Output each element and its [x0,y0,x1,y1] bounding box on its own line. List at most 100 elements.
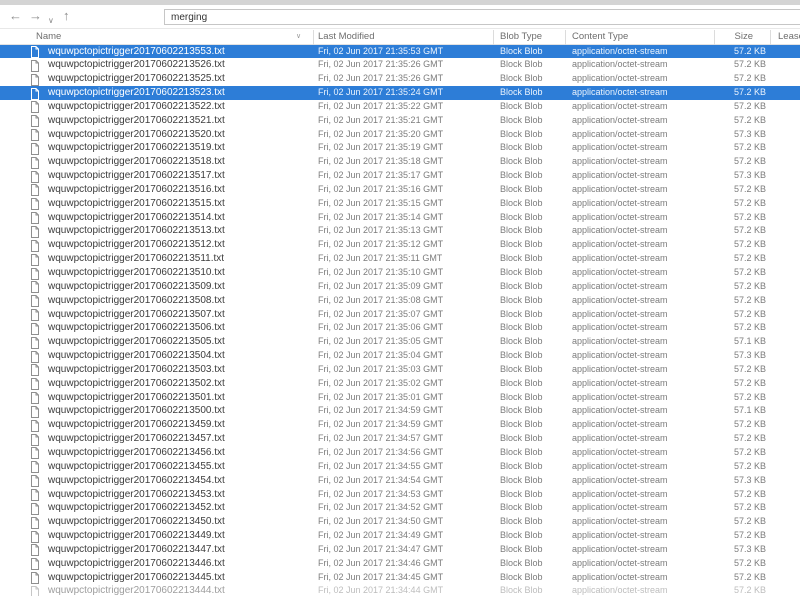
column-separator [313,30,314,45]
table-row[interactable]: wquwpctopictrigger20170602213506.txt Fri… [0,321,800,336]
blob-last-modified: Fri, 02 Jun 2017 21:35:05 GMT [318,336,444,347]
blob-content-type: application/octet-stream [572,170,668,181]
blob-name: wquwpctopictrigger20170602213526.txt [48,59,225,71]
up-level-icon[interactable]: ↑ [63,8,70,24]
blob-size: 57.2 KB [733,267,766,277]
blob-size: 57.3 KB [733,128,766,139]
blob-size: 57.2 KB [733,571,766,582]
blob-content-type: application/octet-stream [572,45,668,56]
blob-name: wquwpctopictrigger20170602213509.txt [48,280,225,292]
blob-size: 57.2 KB [733,585,766,596]
file-icon [30,529,42,543]
blob-type: Block Blob [500,87,543,98]
blob-size: 57.3 KB [733,474,766,485]
column-header-content-type[interactable]: Content Type [572,29,628,45]
blob-type: Block Blob [500,502,543,513]
blob-size: 57.2 KB [733,114,766,125]
table-row[interactable]: wquwpctopictrigger20170602213515.txt Fri… [0,196,800,211]
table-row[interactable]: wquwpctopictrigger20170602213456.txt Fri… [0,445,800,460]
file-icon [30,169,42,183]
table-row[interactable]: wquwpctopictrigger20170602213507.txt Fri… [0,307,800,322]
column-header-lease-state[interactable]: Lease State [778,29,800,45]
table-row[interactable]: wquwpctopictrigger20170602213504.txt Fri… [0,349,800,363]
column-header-last-modified[interactable]: Last Modified [318,29,375,45]
table-row[interactable]: wquwpctopictrigger20170602213457.txt Fri… [0,432,800,446]
blob-type: Block Blob [500,363,543,374]
table-row[interactable]: wquwpctopictrigger20170602213455.txt Fri… [0,459,800,474]
back-icon[interactable]: ← [9,8,22,24]
table-row[interactable]: wquwpctopictrigger20170602213519.txt Fri… [0,141,800,156]
blob-type: Block Blob [500,170,543,181]
table-row[interactable]: wquwpctopictrigger20170602213553.txt Fri… [0,44,800,59]
blob-name: wquwpctopictrigger20170602213512.txt [48,239,225,251]
table-row[interactable]: wquwpctopictrigger20170602213525.txt Fri… [0,72,800,87]
blob-content-type: application/octet-stream [572,280,668,291]
table-row[interactable]: wquwpctopictrigger20170602213444.txt Fri… [0,584,800,596]
blob-last-modified: Fri, 02 Jun 2017 21:35:02 GMT [318,377,444,388]
table-row[interactable]: wquwpctopictrigger20170602213501.txt Fri… [0,390,800,405]
blob-content-type: application/octet-stream [572,197,668,208]
recent-locations-chevron-icon[interactable]: ∨ [48,13,54,29]
blob-name: wquwpctopictrigger20170602213519.txt [48,142,225,154]
table-row[interactable]: wquwpctopictrigger20170602213510.txt Fri… [0,266,800,280]
blob-last-modified: Fri, 02 Jun 2017 21:34:44 GMT [318,585,444,596]
table-row[interactable]: wquwpctopictrigger20170602213502.txt Fri… [0,376,800,391]
table-row[interactable]: wquwpctopictrigger20170602213445.txt Fri… [0,570,800,585]
table-row[interactable]: wquwpctopictrigger20170602213518.txt Fri… [0,155,800,170]
table-header: Name ∨ Last Modified Blob Type Content T… [0,28,800,45]
blob-type: Block Blob [500,419,543,430]
table-row[interactable]: wquwpctopictrigger20170602213505.txt Fri… [0,335,800,350]
blob-last-modified: Fri, 02 Jun 2017 21:34:45 GMT [318,571,444,582]
blob-size: 57.2 KB [733,100,766,111]
blob-name: wquwpctopictrigger20170602213522.txt [48,100,225,112]
table-row[interactable]: wquwpctopictrigger20170602213516.txt Fri… [0,182,800,197]
blob-last-modified: Fri, 02 Jun 2017 21:34:49 GMT [318,530,444,541]
table-row[interactable]: wquwpctopictrigger20170602213449.txt Fri… [0,529,800,543]
table-row[interactable]: wquwpctopictrigger20170602213446.txt Fri… [0,556,800,571]
chevron-down-icon[interactable]: ∨ [296,29,301,45]
table-row[interactable]: wquwpctopictrigger20170602213520.txt Fri… [0,127,800,142]
blob-last-modified: Fri, 02 Jun 2017 21:35:13 GMT [318,225,444,236]
blob-content-type: application/octet-stream [572,571,668,582]
blob-size: 57.2 KB [733,280,766,291]
table-row[interactable]: wquwpctopictrigger20170602213452.txt Fri… [0,501,800,516]
table-row[interactable]: wquwpctopictrigger20170602213509.txt Fri… [0,279,800,294]
blob-name: wquwpctopictrigger20170602213513.txt [48,225,225,237]
table-row[interactable]: wquwpctopictrigger20170602213450.txt Fri… [0,515,800,530]
table-row[interactable]: wquwpctopictrigger20170602213513.txt Fri… [0,224,800,239]
table-row[interactable]: wquwpctopictrigger20170602213447.txt Fri… [0,542,800,557]
table-row[interactable]: wquwpctopictrigger20170602213526.txt Fri… [0,58,800,73]
file-icon [30,404,42,418]
blob-content-type: application/octet-stream [572,585,668,596]
column-header-size[interactable]: Size [714,29,753,45]
blob-type: Block Blob [500,516,543,527]
blob-content-type: application/octet-stream [572,253,668,264]
blob-size: 57.3 KB [733,543,766,554]
table-row[interactable]: wquwpctopictrigger20170602213454.txt Fri… [0,473,800,488]
table-row[interactable]: wquwpctopictrigger20170602213453.txt Fri… [0,487,800,502]
column-header-name[interactable]: Name [36,29,61,45]
table-row[interactable]: wquwpctopictrigger20170602213503.txt Fri… [0,362,800,377]
table-row[interactable]: wquwpctopictrigger20170602213512.txt Fri… [0,238,800,253]
table-row[interactable]: wquwpctopictrigger20170602213508.txt Fri… [0,293,800,308]
table-row[interactable]: wquwpctopictrigger20170602213500.txt Fri… [0,404,800,419]
blob-type: Block Blob [500,225,543,236]
address-input[interactable] [164,9,800,25]
table-row[interactable]: wquwpctopictrigger20170602213521.txt Fri… [0,113,800,128]
table-row[interactable]: wquwpctopictrigger20170602213517.txt Fri… [0,169,800,183]
blob-size: 57.2 KB [733,488,766,499]
table-row[interactable]: wquwpctopictrigger20170602213514.txt Fri… [0,210,800,225]
column-header-blob-type[interactable]: Blob Type [500,29,542,45]
table-row[interactable]: wquwpctopictrigger20170602213511.txt Fri… [0,252,800,266]
blob-last-modified: Fri, 02 Jun 2017 21:34:54 GMT [318,474,444,485]
table-row[interactable]: wquwpctopictrigger20170602213523.txt Fri… [0,86,800,100]
blob-size: 57.2 KB [733,308,766,319]
blob-size: 57.2 KB [733,225,766,236]
blob-size: 57.2 KB [733,45,766,56]
table-row[interactable]: wquwpctopictrigger20170602213522.txt Fri… [0,99,800,114]
blob-content-type: application/octet-stream [572,336,668,347]
table-row[interactable]: wquwpctopictrigger20170602213459.txt Fri… [0,418,800,433]
blob-content-type: application/octet-stream [572,114,668,125]
blob-name: wquwpctopictrigger20170602213507.txt [48,308,225,320]
forward-icon[interactable]: → [29,8,42,24]
